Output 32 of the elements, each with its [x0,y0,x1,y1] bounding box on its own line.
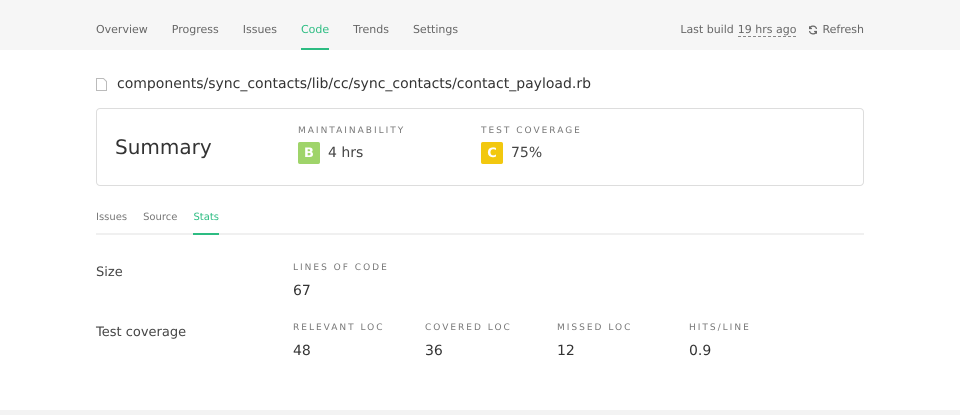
refresh-button[interactable]: Refresh [808,23,864,36]
stat-value: 67 [293,283,312,299]
build-time-link[interactable]: 19 hrs ago [738,23,796,37]
stat-label: COVERED LOC [425,323,513,333]
grade-badge: C [481,142,503,164]
metric-value: 75% [511,145,542,161]
grade-badge: B [298,142,320,164]
stat-value: 0.9 [689,343,712,359]
metric-label: MAINTAINABILITY [298,126,406,136]
sub-tab[interactable]: Issues [96,212,128,235]
stat-label: RELEVANT LOC [293,323,386,333]
nav-tab[interactable]: Progress [172,23,219,50]
metric-value: 4 hrs [328,145,364,161]
last-build-text: Last build 19 hrs ago [680,23,796,36]
stat-value: 12 [557,343,576,359]
stat-section-title: Size [96,264,124,282]
stat-label: MISSED LOC [557,323,634,333]
nav-tab[interactable]: Issues [242,23,277,50]
nav-tab[interactable]: Settings [412,23,458,50]
nav-tab[interactable]: Trends [353,23,389,50]
refresh-icon [808,24,818,34]
file-path: components/sync_contacts/lib/cc/sync_contacts/contact_payload.rb [117,76,591,92]
summary-title: Summary [115,135,213,159]
stat-label: LINES OF CODE [293,263,390,273]
nav-tab[interactable]: Overview [96,23,148,50]
file-icon [96,78,107,90]
sub-tab[interactable]: Source [143,212,178,235]
stat-label: HITS/LINE [689,323,752,333]
stat-value: 36 [425,343,444,359]
stat-value: 48 [293,343,312,359]
stat-section-title: Test coverage [96,324,188,342]
metric-label: TEST COVERAGE [481,126,583,136]
